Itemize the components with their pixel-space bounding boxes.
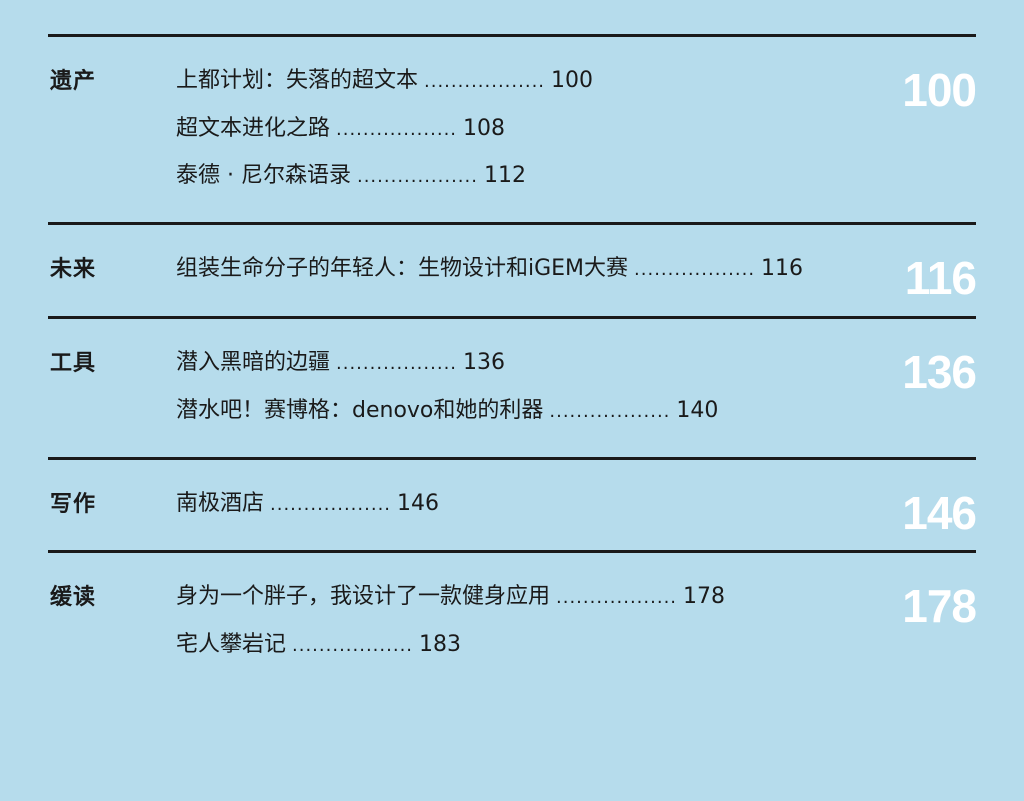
entry-page: 140 bbox=[676, 398, 719, 423]
leader-dots: .................. bbox=[356, 166, 478, 187]
toc-entry[interactable]: 南极酒店.................. 146 bbox=[176, 489, 439, 520]
leader-dots: .................. bbox=[336, 119, 458, 140]
leader-dots: .................. bbox=[270, 494, 392, 515]
entry-title: 身为一个胖子，我设计了一款健身应用 bbox=[176, 584, 551, 609]
toc-section-writing: 写作 南极酒店.................. 146 146 bbox=[48, 457, 977, 552]
entry-page: 183 bbox=[419, 632, 462, 657]
section-big-page-number: 136 bbox=[902, 346, 977, 398]
section-big-page-number: 146 bbox=[902, 487, 977, 539]
entry-page: 136 bbox=[463, 350, 506, 375]
toc-entry[interactable]: 上都计划：失落的超文本.................. 100 bbox=[176, 66, 593, 97]
table-of-contents: 遗产 上都计划：失落的超文本.................. 100 超文本进… bbox=[0, 0, 1024, 801]
toc-section-slow-read: 缓读 身为一个胖子，我设计了一款健身应用.................. 17… bbox=[48, 550, 977, 693]
entry-title: 宅人攀岩记 bbox=[176, 632, 287, 657]
entry-title: 潜水吧！赛博格：denovo和她的利器 bbox=[176, 398, 544, 423]
section-big-page-number: 116 bbox=[904, 252, 977, 304]
toc-entry[interactable]: 组装生命分子的年轻人：生物设计和iGEM大赛..................… bbox=[176, 254, 803, 285]
leader-dots: .................. bbox=[292, 635, 414, 656]
leader-dots: .................. bbox=[336, 353, 458, 374]
entry-page: 112 bbox=[483, 163, 526, 188]
entry-page: 146 bbox=[397, 491, 440, 516]
entry-title: 潜入黑暗的边疆 bbox=[176, 350, 331, 375]
section-category: 工具 bbox=[50, 351, 97, 376]
toc-entry[interactable]: 泰德 · 尼尔森语录.................. 112 bbox=[176, 161, 526, 192]
entry-title: 组装生命分子的年轻人：生物设计和iGEM大赛 bbox=[176, 256, 629, 281]
leader-dots: .................. bbox=[556, 587, 678, 608]
leader-dots: .................. bbox=[424, 71, 546, 92]
entry-title: 超文本进化之路 bbox=[176, 116, 331, 141]
entry-title: 上都计划：失落的超文本 bbox=[176, 68, 419, 93]
toc-section-tools: 工具 潜入黑暗的边疆.................. 136 潜水吧！赛博格：… bbox=[48, 316, 977, 459]
leader-dots: .................. bbox=[634, 259, 756, 280]
section-category: 遗产 bbox=[50, 69, 97, 94]
toc-section-future: 未来 组装生命分子的年轻人：生物设计和iGEM大赛...............… bbox=[48, 222, 977, 317]
entry-page: 178 bbox=[683, 584, 726, 609]
entry-page: 116 bbox=[761, 256, 804, 281]
section-category: 写作 bbox=[50, 492, 97, 517]
section-category: 缓读 bbox=[50, 585, 97, 610]
section-big-page-number: 178 bbox=[902, 580, 977, 632]
entry-title: 泰德 · 尼尔森语录 bbox=[176, 163, 351, 188]
section-big-page-number: 100 bbox=[902, 64, 977, 116]
section-category: 未来 bbox=[50, 257, 97, 282]
toc-entry[interactable]: 宅人攀岩记.................. 183 bbox=[176, 630, 461, 661]
toc-section-heritage: 遗产 上都计划：失落的超文本.................. 100 超文本进… bbox=[48, 34, 977, 223]
entry-page: 100 bbox=[551, 68, 594, 93]
toc-entry[interactable]: 超文本进化之路.................. 108 bbox=[176, 114, 505, 145]
entry-page: 108 bbox=[463, 116, 506, 141]
toc-entry[interactable]: 潜水吧！赛博格：denovo和她的利器.................. 140 bbox=[176, 396, 718, 427]
entry-title: 南极酒店 bbox=[176, 491, 265, 516]
leader-dots: .................. bbox=[549, 401, 671, 422]
toc-entry[interactable]: 潜入黑暗的边疆.................. 136 bbox=[176, 348, 505, 379]
toc-entry[interactable]: 身为一个胖子，我设计了一款健身应用.................. 178 bbox=[176, 582, 725, 613]
